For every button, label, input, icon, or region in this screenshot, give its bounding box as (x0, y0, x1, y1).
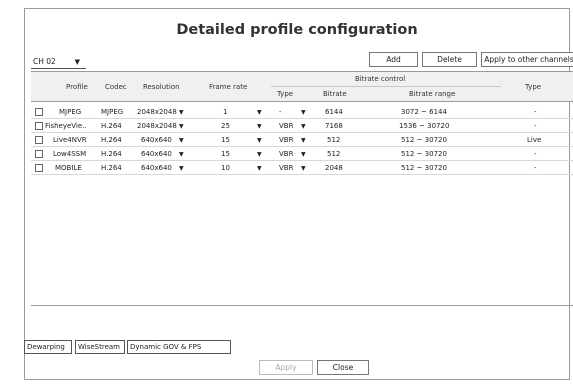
cell-bitrate-range: 512 ~ 30720 (401, 164, 447, 172)
table-header: Profile Codec Resolution Frame rate Bitr… (31, 71, 573, 102)
resolution-dropdown-icon[interactable]: ▼ (179, 148, 184, 161)
cell-codec: H.264 (101, 122, 122, 130)
apply-to-other-channels-button[interactable]: Apply to other channels (481, 52, 573, 67)
table-row[interactable]: Live4NVR H.264 640x640 ▼ 15 ▼ VBR ▼ 512 … (31, 134, 573, 147)
cell-type: - (534, 164, 537, 172)
cell-profile: Live4NVR (53, 136, 87, 144)
header-divider (271, 86, 501, 87)
header-bitrate-control: Bitrate control (355, 75, 406, 83)
bc-type-dropdown-icon[interactable]: ▼ (301, 162, 306, 175)
cell-bitrate[interactable]: 2048 (325, 162, 343, 175)
cell-bc-type[interactable]: VBR (279, 134, 293, 147)
cell-frame-rate[interactable]: 1 (223, 106, 227, 119)
cell-codec: H.264 (101, 164, 122, 172)
header-resolution: Resolution (143, 83, 180, 91)
frame-rate-dropdown-icon[interactable]: ▼ (257, 162, 262, 175)
cell-bc-type[interactable]: - (279, 106, 282, 119)
row-checkbox[interactable] (35, 108, 43, 116)
header-bc-type: Type (277, 90, 294, 98)
cell-resolution[interactable]: 640x640 (141, 148, 172, 161)
header-frame-rate: Frame rate (209, 83, 248, 91)
cell-bitrate[interactable]: 6144 (325, 106, 343, 119)
bc-type-dropdown-icon[interactable]: ▼ (301, 148, 306, 161)
cell-type: Live (527, 136, 542, 144)
header-codec: Codec (105, 83, 127, 91)
cell-bitrate[interactable]: 7168 (325, 120, 343, 133)
bc-type-dropdown-icon[interactable]: ▼ (301, 120, 306, 133)
channel-select-value: CH 02 (33, 57, 56, 66)
table-row[interactable]: FisheyeVie.. H.264 2048x2048 ▼ 25 ▼ VBR … (31, 120, 573, 133)
cell-frame-rate[interactable]: 25 (221, 120, 230, 133)
cell-codec: H.264 (101, 150, 122, 158)
cell-frame-rate[interactable]: 15 (221, 148, 230, 161)
header-bitrate: Bitrate (323, 90, 347, 98)
tab-dynamic-gov-fps[interactable]: Dynamic GOV & FPS (127, 340, 231, 354)
cell-bitrate-range: 1536 ~ 30720 (399, 122, 450, 130)
cell-bitrate[interactable]: 512 (327, 148, 340, 161)
cell-profile: Low4SSM (53, 150, 87, 158)
cell-resolution[interactable]: 640x640 (141, 162, 172, 175)
cell-codec: MJPEG (101, 108, 124, 116)
row-checkbox[interactable] (35, 136, 43, 144)
resolution-dropdown-icon[interactable]: ▼ (179, 162, 184, 175)
cell-frame-rate[interactable]: 10 (221, 162, 230, 175)
bc-type-dropdown-icon[interactable]: ▼ (301, 134, 306, 147)
cell-bc-type[interactable]: VBR (279, 148, 293, 161)
cell-resolution[interactable]: 2048x2048 (137, 120, 177, 133)
frame-rate-dropdown-icon[interactable]: ▼ (257, 106, 262, 119)
close-button[interactable]: Close (317, 360, 369, 375)
cell-resolution[interactable]: 2048x2048 (137, 106, 177, 119)
table-row[interactable]: MJPEG MJPEG 2048x2048 ▼ 1 ▼ - ▼ 6144 307… (31, 106, 573, 119)
tab-dewarping[interactable]: Dewarping (24, 340, 72, 354)
cell-type: - (534, 108, 537, 116)
cell-bitrate-range: 512 ~ 30720 (401, 150, 447, 158)
table-row[interactable]: MOBILE H.264 640x640 ▼ 10 ▼ VBR ▼ 2048 5… (31, 162, 573, 175)
profile-config-dialog: Detailed profile configuration CH 02 ▼ A… (24, 8, 573, 380)
table-row[interactable]: Low4SSM H.264 640x640 ▼ 15 ▼ VBR ▼ 512 5… (31, 148, 573, 161)
channel-select[interactable]: CH 02 ▼ (31, 55, 86, 69)
tab-wisestream[interactable]: WiseStream (75, 340, 125, 354)
cell-bc-type[interactable]: VBR (279, 162, 293, 175)
apply-button[interactable]: Apply (259, 360, 313, 375)
bc-type-dropdown-icon[interactable]: ▼ (301, 106, 306, 119)
add-button[interactable]: Add (369, 52, 418, 67)
divider (31, 305, 573, 306)
frame-rate-dropdown-icon[interactable]: ▼ (257, 134, 262, 147)
frame-rate-dropdown-icon[interactable]: ▼ (257, 120, 262, 133)
header-profile: Profile (66, 83, 88, 91)
header-bitrate-range: Bitrate range (409, 90, 456, 98)
row-checkbox[interactable] (35, 150, 43, 158)
cell-bitrate-range: 3072 ~ 6144 (401, 108, 447, 116)
frame-rate-dropdown-icon[interactable]: ▼ (257, 148, 262, 161)
row-checkbox[interactable] (35, 164, 43, 172)
cell-type: - (534, 150, 537, 158)
dropdown-arrow-icon: ▼ (74, 58, 80, 66)
resolution-dropdown-icon[interactable]: ▼ (179, 134, 184, 147)
cell-bitrate[interactable]: 512 (327, 134, 340, 147)
cell-profile: MOBILE (55, 164, 82, 172)
delete-button[interactable]: Delete (422, 52, 477, 67)
resolution-dropdown-icon[interactable]: ▼ (179, 120, 184, 133)
cell-type: - (534, 122, 537, 130)
cell-bc-type[interactable]: VBR (279, 120, 293, 133)
cell-profile: MJPEG (59, 108, 82, 116)
cell-frame-rate[interactable]: 15 (221, 134, 230, 147)
cell-codec: H.264 (101, 136, 122, 144)
cell-resolution[interactable]: 640x640 (141, 134, 172, 147)
header-type: Type (525, 83, 542, 91)
row-checkbox[interactable] (35, 122, 43, 130)
cell-bitrate-range: 512 ~ 30720 (401, 136, 447, 144)
cell-profile: FisheyeVie.. (45, 122, 87, 130)
dialog-title: Detailed profile configuration (176, 22, 418, 38)
resolution-dropdown-icon[interactable]: ▼ (179, 106, 184, 119)
